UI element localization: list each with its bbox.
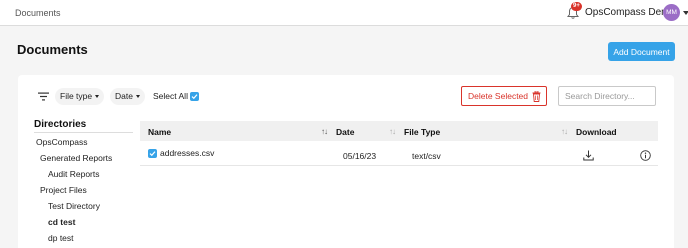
top-bar: Documents 9+ OpsCompass Demo MM: [0, 0, 688, 26]
check-icon: [149, 151, 156, 157]
column-file-type[interactable]: File Type: [404, 127, 440, 137]
page-title: Documents: [17, 42, 88, 57]
file-type-filter[interactable]: File type: [55, 88, 105, 105]
notification-badge: 9+: [571, 2, 582, 11]
column-download: Download: [576, 127, 617, 137]
sort-icon[interactable]: ↑↓: [389, 127, 396, 136]
download-icon[interactable]: [583, 150, 594, 161]
dir-item-cd-test[interactable]: cd test: [48, 217, 75, 227]
select-all-checkbox[interactable]: [190, 92, 200, 102]
breadcrumb[interactable]: Documents: [15, 8, 61, 18]
sort-icon[interactable]: ↑↓: [561, 127, 568, 136]
sort-icon[interactable]: ↑↓: [321, 127, 328, 136]
file-type-filter-label: File type: [60, 91, 93, 101]
row-checkbox[interactable]: [148, 149, 157, 158]
table-row[interactable]: addresses.csv 05/16/23 text/csv: [140, 142, 658, 166]
date-filter[interactable]: Date: [110, 88, 145, 105]
table-header: Name ↑↓ Date ↑↓ File Type ↑↓ Download: [140, 121, 658, 141]
dir-item-generated-reports[interactable]: Generated Reports: [40, 153, 112, 163]
delete-selected-button[interactable]: Delete Selected: [461, 86, 547, 106]
select-all[interactable]: Select All: [153, 91, 200, 102]
avatar[interactable]: MM: [663, 4, 680, 21]
select-all-label: Select All: [153, 91, 188, 101]
dir-item-opscompass[interactable]: OpsCompass: [36, 137, 88, 147]
account-name[interactable]: OpsCompass Demo: [585, 7, 675, 18]
chevron-down-icon[interactable]: [683, 11, 688, 15]
documents-card: File type Date Select All Delete Selecte…: [18, 75, 674, 248]
file-date: 05/16/23: [343, 151, 377, 161]
add-document-button[interactable]: Add Document: [608, 42, 675, 61]
trash-icon: [532, 91, 541, 102]
dir-item-dp-test[interactable]: dp test: [48, 233, 74, 243]
column-date[interactable]: Date: [336, 127, 354, 137]
filter-icon[interactable]: [38, 92, 49, 101]
directories-title: Directories: [34, 119, 87, 130]
caret-down-icon: [135, 95, 140, 99]
directories-divider: [34, 132, 133, 133]
dir-item-project-files[interactable]: Project Files: [40, 185, 87, 195]
delete-selected-label: Delete Selected: [468, 91, 529, 101]
dir-item-test-directory[interactable]: Test Directory: [48, 201, 100, 211]
dir-item-audit-reports[interactable]: Audit Reports: [48, 169, 100, 179]
column-name[interactable]: Name: [148, 127, 171, 137]
info-icon[interactable]: [640, 150, 651, 161]
caret-down-icon: [95, 95, 100, 99]
search-directory-input[interactable]: [558, 86, 656, 106]
file-name[interactable]: addresses.csv: [160, 148, 214, 158]
check-icon: [191, 94, 198, 100]
file-type: text/csv: [412, 151, 441, 161]
date-filter-label: Date: [115, 91, 133, 101]
